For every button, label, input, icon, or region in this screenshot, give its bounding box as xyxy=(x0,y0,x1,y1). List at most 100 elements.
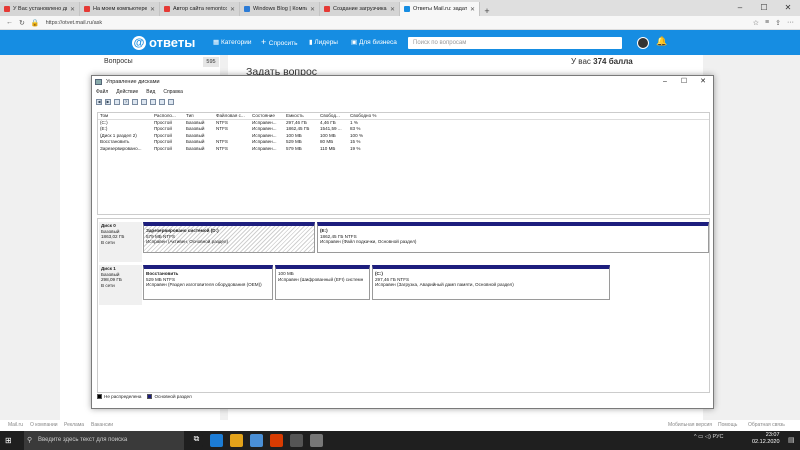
table-row[interactable]: Зарезервировано... Простой Базовый NTFS Испр… xyxy=(98,146,709,153)
menu-file[interactable]: Файл xyxy=(96,89,108,95)
column-header[interactable]: Свобод... xyxy=(318,113,348,119)
partition-recovery[interactable]: Восстановить 529 МБ NTFS Исправен (Разде… xyxy=(143,265,273,300)
maximize-icon[interactable]: ☐ xyxy=(752,0,776,16)
settings-icon[interactable] xyxy=(168,99,174,105)
footer-link[interactable]: Реклама xyxy=(64,420,84,431)
legend-label: Не распределена xyxy=(104,394,142,399)
new-tab-icon[interactable]: + xyxy=(480,6,494,16)
notification-icon[interactable]: ▤ xyxy=(788,436,795,444)
partition-efi[interactable]: 100 МБ Исправен (Шифрованный (EFI) систе… xyxy=(275,265,370,300)
date: 02.12.2020 xyxy=(752,439,780,445)
back-icon[interactable]: ◀ xyxy=(96,99,102,105)
disk-management-taskbar-icon[interactable] xyxy=(290,434,303,447)
list-view-icon[interactable] xyxy=(114,99,120,105)
column-header[interactable]: Том xyxy=(98,113,152,119)
footer-link[interactable]: Помощь xyxy=(718,420,737,431)
partition-e[interactable]: (E:) 1862,45 ГБ NTFS Исправен (Файл подк… xyxy=(317,222,709,253)
cell: 579 МБ xyxy=(286,145,302,151)
disk-graphical-view: Диск 0 Базовый 1863,02 ГБ В сети Зарезер… xyxy=(97,218,710,393)
menu-action[interactable]: Действие xyxy=(116,89,138,95)
check-icon[interactable] xyxy=(150,99,156,105)
menu-help[interactable]: Справка xyxy=(163,89,183,95)
column-header[interactable]: Тип xyxy=(184,113,214,119)
partition-c[interactable]: (C:) 297,46 ГБ NTFS Исправен (Загрузка, … xyxy=(372,265,610,300)
office-icon[interactable] xyxy=(270,434,283,447)
browser-tab[interactable]: Автор сайта remontcompa✕ xyxy=(160,2,240,16)
column-header[interactable]: Свободно % xyxy=(348,113,382,119)
volume-icon[interactable]: ◁) xyxy=(705,434,711,440)
app-taskbar-icon[interactable] xyxy=(310,434,323,447)
volume-list: Том Располо... Тип Файловая с... Состоян… xyxy=(97,112,710,215)
browser-tab[interactable]: Создание загрузчика Wind✕ xyxy=(320,2,400,16)
maximize-icon[interactable]: ☐ xyxy=(675,76,693,88)
folder-icon[interactable] xyxy=(159,99,165,105)
tab-favicon-icon xyxy=(324,6,330,12)
task-view-icon[interactable]: ⧉ xyxy=(190,434,203,447)
score-value: 374 балла xyxy=(593,57,633,66)
refresh-icon[interactable] xyxy=(141,99,147,105)
chevron-up-icon[interactable]: ^ xyxy=(694,434,697,440)
browser-tab[interactable]: Windows Blog | Компьютер✕ xyxy=(240,2,320,16)
cell: Простой xyxy=(154,145,172,151)
disk1-label[interactable]: Диск 1 Базовый 298,09 ГБ В сети xyxy=(99,265,142,305)
footer-link[interactable]: Mail.ru xyxy=(8,420,23,431)
clock[interactable]: 23:07 02.12.2020 xyxy=(752,432,780,446)
column-header[interactable]: Файловая с... xyxy=(214,113,250,119)
refresh-icon[interactable]: ↻ xyxy=(19,19,25,27)
footer-link[interactable]: О компании xyxy=(30,420,58,431)
address-bar: ← ↻ 🔒 https://otvet.mail.ru/ask ☆ ≡ ⇪ ··… xyxy=(0,16,800,30)
reading-list-icon[interactable]: ≡ xyxy=(765,19,769,26)
footer-link[interactable]: Мобильная версия xyxy=(668,420,712,431)
tab-label: Windows Blog | Компьютер xyxy=(253,6,307,12)
close-icon[interactable]: ✕ xyxy=(694,76,712,88)
favorite-star-icon[interactable]: ☆ xyxy=(753,19,759,27)
language-indicator[interactable]: РУС xyxy=(712,434,723,440)
share-icon[interactable]: ⇪ xyxy=(775,19,781,27)
windows-start-icon[interactable]: ⊞ xyxy=(5,436,12,445)
bell-icon[interactable]: 🔔 xyxy=(656,36,667,47)
nav-business[interactable]: ▣ Для бизнеса xyxy=(351,30,397,55)
more-icon[interactable]: ··· xyxy=(787,19,800,26)
close-icon[interactable]: ✕ xyxy=(70,6,75,13)
network-icon[interactable]: ▭ xyxy=(698,434,703,440)
close-icon[interactable]: ✕ xyxy=(390,6,395,13)
nav-leaders[interactable]: ▮ Лидеры xyxy=(309,30,338,55)
edge-icon[interactable] xyxy=(210,434,223,447)
menu-bar: Файл Действие Вид Справка xyxy=(96,89,183,95)
menu-view[interactable]: Вид xyxy=(146,89,155,95)
search-input[interactable]: Поиск по вопросам xyxy=(408,37,622,49)
column-header[interactable]: Емкость xyxy=(284,113,318,119)
close-icon[interactable]: ✕ xyxy=(150,6,155,13)
url-field[interactable]: https://otvet.mail.ru/ask xyxy=(46,20,747,26)
legend-swatch-unallocated xyxy=(97,394,102,399)
store-icon[interactable] xyxy=(250,434,263,447)
nav-ask[interactable]: + Спросить xyxy=(261,30,297,55)
browser-tab-active[interactable]: Ответы Mail.ru: задать ✕ xyxy=(400,2,480,16)
avatar[interactable] xyxy=(637,37,649,49)
explorer-folder-icon[interactable] xyxy=(230,434,243,447)
taskbar-search-input[interactable]: Введите здесь текст для поиска xyxy=(24,431,184,450)
help-icon[interactable]: ? xyxy=(123,99,129,105)
questions-link[interactable]: Вопросы xyxy=(104,58,133,65)
nav-categories[interactable]: ▦ Категории xyxy=(213,30,251,55)
close-icon[interactable]: ✕ xyxy=(470,6,475,13)
properties-icon[interactable] xyxy=(132,99,138,105)
minimize-icon[interactable]: – xyxy=(656,76,674,88)
close-icon[interactable]: ✕ xyxy=(230,6,235,13)
close-icon[interactable]: ✕ xyxy=(310,6,315,13)
browser-tab[interactable]: На моем компьютере был✕ xyxy=(80,2,160,16)
back-icon[interactable]: ← xyxy=(6,19,13,26)
minimize-icon[interactable]: – xyxy=(728,0,752,16)
grid-icon: ▦ xyxy=(213,39,221,46)
footer-link[interactable]: Обратная связь xyxy=(748,420,785,431)
disk0-label[interactable]: Диск 0 Базовый 1863,02 ГБ В сети xyxy=(99,222,142,262)
column-header[interactable]: Располо... xyxy=(152,113,184,119)
site-logo[interactable]: @ ответы xyxy=(132,35,195,50)
browser-tab[interactable]: У Вас установлено две опе✕ xyxy=(0,2,80,16)
column-header[interactable]: Состояние xyxy=(250,113,284,119)
partition-reserved[interactable]: Зарезервировано системой (D:) 579 МБ NTF… xyxy=(143,222,315,253)
forward-icon[interactable]: ▶ xyxy=(105,99,111,105)
footer-link[interactable]: Вакансии xyxy=(91,420,113,431)
legend-label: Основной раздел xyxy=(154,394,192,399)
window-close-icon[interactable]: ✕ xyxy=(776,0,800,16)
